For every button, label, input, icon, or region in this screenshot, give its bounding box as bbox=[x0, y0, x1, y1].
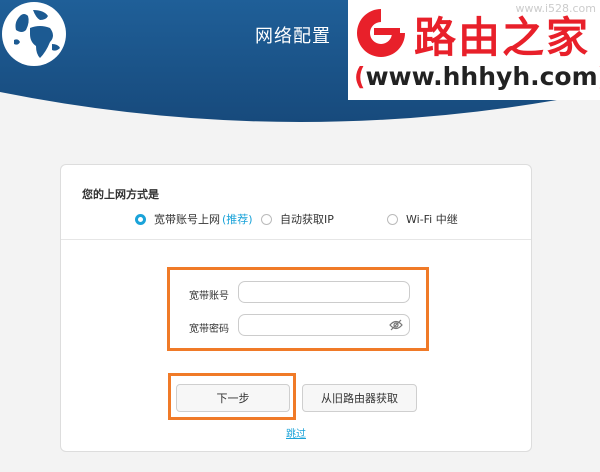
password-input[interactable] bbox=[238, 314, 410, 336]
site-watermark: www.i528.com 路由之家 (www.hhhyh.com) bbox=[348, 0, 600, 100]
page-title: 网络配置 bbox=[255, 26, 331, 47]
skip-link[interactable]: 跳过 bbox=[286, 425, 306, 440]
watermark-url: (www.hhhyh.com) bbox=[354, 62, 600, 91]
option-wifi-relay[interactable]: Wi-Fi 中继 bbox=[387, 211, 458, 227]
account-input[interactable] bbox=[238, 281, 410, 303]
radio-unselected-icon[interactable] bbox=[387, 213, 398, 225]
divider bbox=[61, 239, 531, 240]
fetch-old-router-button[interactable]: 从旧路由器获取 bbox=[302, 384, 417, 412]
connection-options: 宽带账号上网 (推荐) 自动获取IP Wi-Fi 中继 bbox=[61, 211, 531, 227]
radio-selected-icon[interactable] bbox=[135, 213, 146, 225]
highlight-frame-fields bbox=[167, 267, 429, 351]
option-pppoe-label: 宽带账号上网 bbox=[154, 213, 220, 226]
watermark-paren-open: ( bbox=[354, 62, 366, 91]
section-title: 您的上网方式是 bbox=[82, 188, 159, 201]
watermark-logo-icon bbox=[357, 9, 405, 57]
option-dhcp-label: 自动获取IP bbox=[280, 213, 334, 226]
option-pppoe[interactable]: 宽带账号上网 (推荐) bbox=[135, 211, 253, 227]
watermark-name: 路由之家 bbox=[414, 13, 591, 62]
next-button[interactable]: 下一步 bbox=[176, 384, 290, 412]
eye-hidden-icon[interactable] bbox=[389, 319, 403, 331]
option-dhcp[interactable]: 自动获取IP bbox=[261, 211, 334, 227]
recommended-tag: (推荐) bbox=[222, 213, 253, 226]
account-label: 宽带账号 bbox=[189, 291, 229, 302]
globe-icon bbox=[2, 2, 66, 66]
password-label: 宽带密码 bbox=[189, 324, 229, 335]
option-wifi-relay-label: Wi-Fi 中继 bbox=[406, 213, 458, 226]
watermark-url-text: www.hhhyh.com bbox=[365, 62, 598, 91]
radio-unselected-icon[interactable] bbox=[261, 213, 272, 225]
config-card: 您的上网方式是 宽带账号上网 (推荐) 自动获取IP Wi-Fi 中继 宽带账号… bbox=[60, 164, 532, 452]
